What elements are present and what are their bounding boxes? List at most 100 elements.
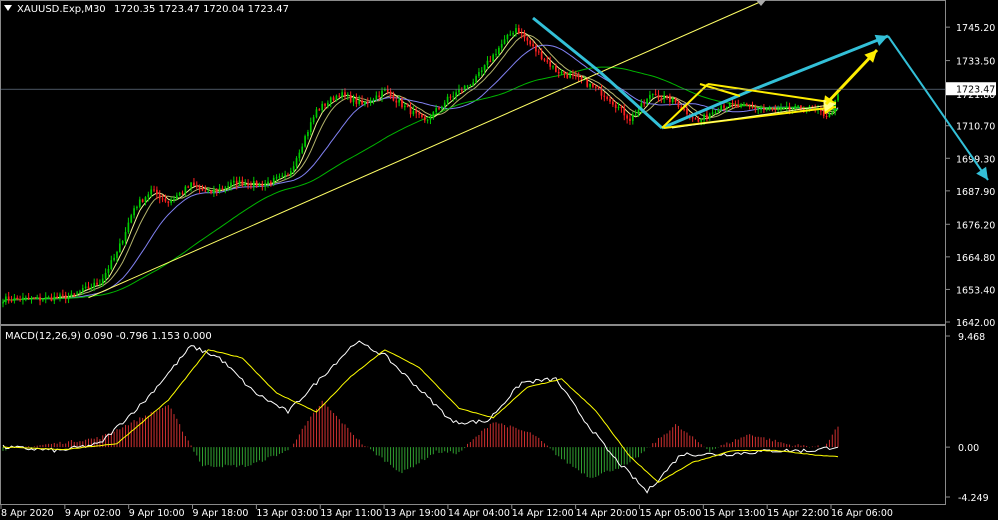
candle-body	[623, 107, 626, 116]
candle-body	[138, 199, 141, 207]
candle-body	[218, 188, 221, 192]
candle-body	[292, 166, 295, 172]
candle-body	[666, 95, 668, 97]
candle-body	[79, 291, 81, 293]
candle-body	[728, 103, 731, 108]
candle-body	[19, 298, 21, 301]
candle-body	[435, 108, 438, 112]
time-tick-label: 13 Apr 03:00	[256, 508, 318, 519]
candle-body	[304, 136, 306, 147]
candle-body	[295, 158, 298, 167]
candle-body	[93, 282, 96, 288]
candle-body	[96, 282, 98, 285]
candle-body	[552, 66, 554, 68]
candle-body	[121, 240, 124, 244]
candle-body	[677, 101, 680, 107]
candle-body	[335, 95, 338, 101]
candle-body	[572, 74, 574, 76]
candle-body	[537, 51, 540, 53]
candle-body	[190, 182, 192, 188]
candle-body	[683, 108, 685, 110]
candle-body	[634, 114, 637, 116]
candle-body	[204, 190, 207, 192]
candle-body	[686, 108, 688, 115]
chart-canvas[interactable]: 1745.201733.501721.801710.701699.301687.…	[0, 0, 998, 520]
candle-body	[483, 65, 486, 71]
candle-body	[124, 231, 127, 241]
candle-body	[663, 95, 666, 99]
candle-body	[235, 180, 238, 185]
candle-body	[703, 114, 705, 120]
candle-body	[509, 34, 512, 36]
price-tick-label: 1642.00	[956, 318, 995, 329]
candle-body	[423, 117, 426, 121]
candle-body	[324, 103, 326, 106]
candle-body	[81, 287, 84, 292]
candle-body	[763, 108, 765, 110]
candle-body	[711, 112, 714, 114]
candle-body	[167, 201, 170, 203]
time-tick-label: 14 Apr 04:00	[448, 508, 510, 519]
candle-body	[224, 187, 227, 189]
candle-body	[381, 90, 383, 97]
candle-body	[421, 114, 423, 118]
candle-body	[597, 87, 600, 89]
candle-body	[327, 102, 329, 106]
candle-body	[723, 105, 725, 108]
candle-body	[201, 189, 204, 191]
candle-body	[104, 272, 107, 279]
candle-body	[734, 104, 737, 106]
time-tick-label: 14 Apr 20:00	[576, 508, 638, 519]
candle-body	[592, 83, 594, 87]
candle-body	[586, 79, 589, 87]
candle-body	[372, 99, 375, 102]
candle-body	[637, 109, 640, 115]
candle-body	[480, 70, 483, 73]
candle-body	[141, 199, 144, 202]
candle-body	[555, 66, 557, 72]
candle-body	[175, 195, 178, 199]
candle-body	[743, 104, 745, 106]
candle-body	[101, 278, 104, 285]
candle-body	[580, 77, 583, 80]
candle-body	[574, 75, 577, 77]
candle-body	[506, 34, 509, 40]
candle-body	[523, 33, 526, 38]
candle-body	[332, 97, 335, 101]
candle-body	[261, 184, 264, 187]
candle-body	[244, 183, 247, 186]
candle-body	[455, 92, 457, 97]
candle-body	[250, 185, 252, 187]
candle-body	[432, 111, 435, 118]
candle-body	[178, 192, 181, 196]
candle-body	[757, 109, 760, 111]
candle-body	[241, 180, 244, 186]
candle-body	[409, 106, 412, 115]
candle-body	[697, 118, 700, 122]
candle-body	[364, 101, 366, 105]
candle-body	[301, 146, 304, 153]
candle-body	[412, 111, 415, 115]
candle-body	[651, 94, 654, 96]
candle-body	[389, 91, 392, 96]
time-tick-label: 9 Apr 10:00	[129, 508, 185, 519]
time-tick-label: 15 Apr 13:00	[703, 508, 765, 519]
candle-body	[76, 292, 78, 294]
candle-body	[669, 95, 671, 103]
candle-body	[495, 53, 497, 55]
candle-body	[289, 171, 292, 175]
candle-body	[646, 98, 648, 104]
candle-body	[438, 108, 440, 110]
candle-body	[127, 222, 130, 232]
candle-body	[577, 75, 580, 78]
time-tick-label: 13 Apr 19:00	[384, 508, 446, 519]
macd-tick-label: 0.00	[958, 443, 979, 454]
candle-body	[731, 103, 734, 105]
candle-body	[133, 208, 135, 216]
candle-body	[298, 152, 301, 159]
candle-body	[720, 105, 723, 111]
candle-body	[170, 200, 172, 203]
candle-body	[469, 85, 472, 87]
candle-body	[612, 101, 614, 105]
candle-body	[515, 28, 517, 34]
